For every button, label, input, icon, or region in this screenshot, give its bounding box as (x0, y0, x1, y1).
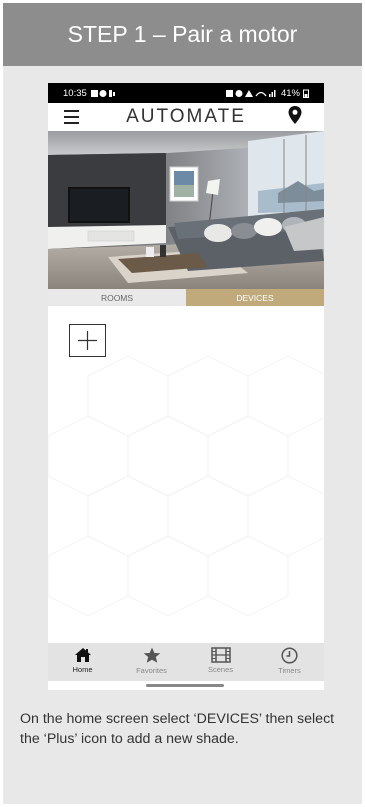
status-bar: 10:35 41% (48, 83, 324, 103)
bottom-navigation: Home Favorites Scenes Timers (48, 643, 324, 681)
devices-content-area (48, 306, 324, 643)
status-time: 10:35 (63, 87, 87, 99)
gesture-bar (146, 684, 224, 687)
notification-icons (90, 89, 115, 97)
tab-devices-label: DEVICES (236, 292, 274, 303)
step-header: STEP 1 – Pair a motor (3, 3, 362, 66)
battery-percent: 41% (280, 87, 300, 99)
tab-rooms-label: ROOMS (100, 292, 134, 303)
app-top-bar: AUTOMATE (48, 103, 324, 131)
phone-screenshot: 10:35 41% AUTOMATE ROOMS DEVICES Home Fa… (48, 83, 324, 690)
instruction-caption: On the home screen select ‘DEVICES’ then… (20, 711, 335, 747)
nav-home[interactable]: Home (48, 643, 117, 681)
battery-icon (303, 89, 309, 98)
add-device-button[interactable] (69, 324, 106, 357)
location-pin-icon[interactable] (287, 105, 303, 125)
rooms-devices-tabs: ROOMS DEVICES (48, 289, 324, 306)
system-status-icons (225, 89, 276, 97)
nav-home-label: Home (72, 665, 93, 674)
plus-icon (78, 331, 97, 350)
nav-scenes-label: Scenes (207, 665, 234, 674)
nav-scenes[interactable]: Scenes (186, 643, 255, 681)
home-icon (74, 648, 91, 662)
nav-favorites[interactable]: Favorites (117, 643, 186, 681)
instruction-card: STEP 1 – Pair a motor 10:35 41% AUTOMATE (3, 3, 362, 804)
living-room-illustration (48, 131, 324, 289)
step-title: STEP 1 – Pair a motor (67, 21, 298, 47)
nav-timers[interactable]: Timers (255, 643, 324, 681)
clock-icon (281, 647, 298, 664)
tab-devices[interactable]: DEVICES (186, 289, 324, 306)
tab-rooms[interactable]: ROOMS (48, 289, 186, 306)
nav-favorites-label: Favorites (136, 666, 167, 675)
star-icon (143, 647, 160, 663)
film-icon (210, 647, 231, 663)
app-brand-logo: AUTOMATE (126, 106, 246, 127)
nav-timers-label: Timers (278, 666, 301, 675)
room-hero-image (48, 131, 324, 289)
